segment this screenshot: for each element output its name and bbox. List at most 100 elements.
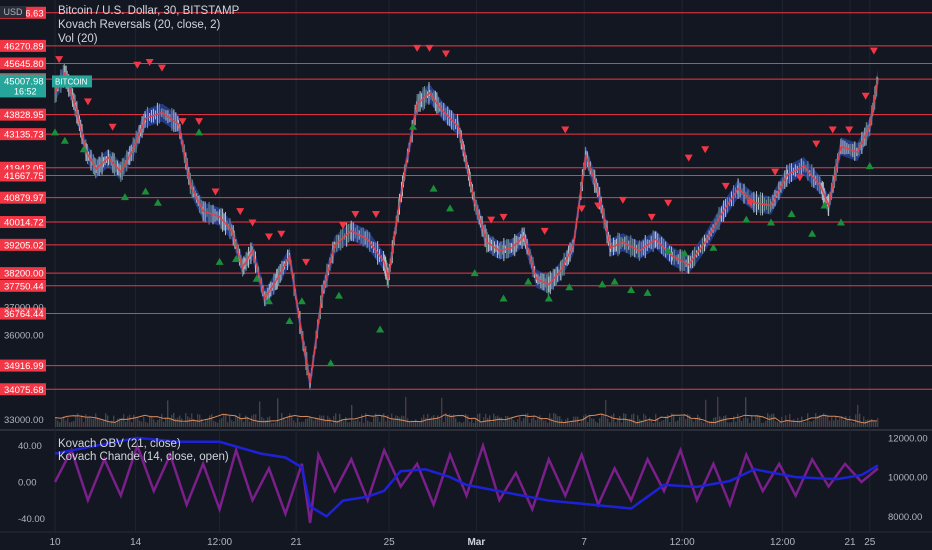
volume-bar (595, 421, 597, 427)
x-axis-label: 12:00 (770, 537, 795, 548)
volume-bar (415, 419, 417, 427)
price-level-label: 43828.95 (4, 110, 44, 121)
x-axis-label: 12:00 (670, 537, 695, 548)
volume-bar (457, 422, 459, 427)
volume-bar (87, 416, 89, 427)
volume-bar (793, 419, 795, 427)
volume-bar (335, 413, 337, 427)
volume-bar (515, 422, 517, 427)
price-level-label: 45645.80 (4, 59, 44, 70)
indicator-chande-label[interactable]: Kovach Chande (14, close, open) (58, 451, 229, 464)
volume-bar (735, 421, 737, 427)
volume-bar (139, 420, 141, 427)
volume-bar (605, 399, 607, 427)
volume-bar (765, 420, 767, 427)
volume-bar (181, 418, 183, 427)
volume-bar (513, 420, 515, 427)
volume-bar (221, 418, 223, 427)
volume-bar (315, 418, 317, 427)
volume-bar (153, 419, 155, 427)
volume-bar (721, 418, 723, 427)
indicator-volume-label[interactable]: Vol (20) (58, 32, 239, 46)
volume-bar (165, 418, 167, 427)
volume-bar (753, 420, 755, 427)
indicator-obv-label[interactable]: Kovach OBV (21, close) (58, 438, 229, 451)
volume-bar (851, 421, 853, 427)
volume-bar (115, 422, 117, 427)
volume-bar (355, 420, 357, 427)
volume-bar (847, 419, 849, 427)
volume-bar (763, 422, 765, 427)
volume-bar (365, 413, 367, 427)
volume-bar (603, 414, 605, 427)
volume-bar (237, 417, 239, 427)
volume-bar (483, 417, 485, 427)
volume-bar (251, 415, 253, 427)
symbol-title[interactable]: Bitcoin / U.S. Dollar, 30, BITSTAMP (58, 4, 239, 18)
volume-bar (245, 415, 247, 427)
volume-bar (797, 417, 799, 427)
volume-bar (351, 404, 353, 427)
volume-bar (729, 422, 731, 427)
volume-bar (861, 422, 863, 427)
volume-bar (185, 413, 187, 427)
volume-bar (61, 418, 63, 427)
volume-bar (59, 422, 61, 427)
price-level-label: 39205.02 (4, 240, 44, 251)
volume-bar (161, 413, 163, 427)
indicator-reversals-label[interactable]: Kovach Reversals (20, close, 2) (58, 18, 239, 32)
volume-bar (547, 422, 549, 427)
volume-bar (421, 417, 423, 427)
volume-bar (135, 418, 137, 427)
volume-bar (353, 420, 355, 427)
price-level-label: 37750.44 (4, 281, 44, 292)
volume-bar (475, 419, 477, 427)
currency-label[interactable]: USD (0, 6, 26, 18)
volume-bar (359, 421, 361, 427)
chande-tick-label: 0.00 (18, 478, 37, 489)
volume-bar (77, 413, 79, 427)
lower-pane-legend: Kovach OBV (21, close) Kovach Chande (14… (58, 438, 229, 464)
volume-bar (463, 421, 465, 427)
price-tick-label: 37000.00 (4, 302, 44, 313)
volume-bar (619, 416, 621, 427)
current-price-countdown: 16:52 (14, 86, 37, 96)
volume-bar (329, 418, 331, 427)
volume-bar (535, 420, 537, 427)
volume-bar (633, 413, 635, 427)
volume-bar (367, 420, 369, 427)
volume-bar (285, 419, 287, 427)
volume-bar (437, 415, 439, 427)
volume-bar (113, 415, 115, 427)
volume-bar (309, 416, 311, 427)
volume-bar (345, 417, 347, 427)
volume-bar (381, 415, 383, 427)
obv-tick-label: 12000.00 (888, 433, 928, 444)
volume-bar (141, 421, 143, 427)
volume-bar (615, 422, 617, 427)
volume-bar (151, 415, 153, 427)
volume-bar (747, 418, 749, 427)
volume-bar (607, 418, 609, 427)
volume-bar (461, 422, 463, 427)
volume-bar (279, 421, 281, 427)
volume-bar (529, 422, 531, 427)
volume-bar (597, 422, 599, 427)
volume-bar (645, 415, 647, 427)
price-level-label: 38200.00 (4, 269, 44, 280)
volume-bar (473, 422, 475, 427)
volume-bar (127, 416, 129, 427)
volume-bar (837, 419, 839, 427)
volume-bar (117, 418, 119, 427)
volume-bar (491, 422, 493, 427)
volume-bar (89, 416, 91, 427)
volume-bar (613, 413, 615, 427)
x-axis-label: 21 (291, 537, 303, 548)
volume-bar (403, 416, 405, 427)
volume-bar (681, 416, 683, 427)
volume-bar (363, 422, 365, 427)
volume-bar (543, 420, 545, 427)
volume-bar (85, 414, 87, 427)
chart-canvas[interactable]: 47446.6346270.8945645.8045089.9643828.95… (0, 0, 932, 550)
volume-bar (673, 414, 675, 427)
